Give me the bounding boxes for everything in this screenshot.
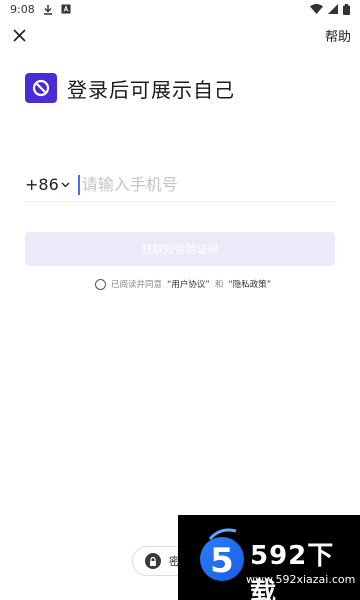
country-code-selector[interactable]: +86: [25, 175, 70, 194]
watermark-logo-icon: 5: [200, 528, 244, 581]
user-agreement-link[interactable]: “用户协议”: [167, 278, 210, 290]
agreement-prefix: 已阅读并同意: [111, 280, 163, 290]
wifi-icon: [310, 4, 323, 14]
phone-row: +86: [25, 168, 335, 202]
chevron-down-icon: [61, 182, 70, 187]
watermark-url: www.592xiazai.com: [246, 573, 356, 586]
status-right: [310, 3, 350, 15]
get-sms-code-button[interactable]: 获取短信验证码: [25, 232, 335, 266]
page-title: 登录后可展示自己: [67, 77, 235, 102]
lock-icon: [145, 553, 161, 569]
status-time: 9:08: [10, 2, 35, 16]
close-button[interactable]: [10, 26, 28, 44]
text-caret: [77, 174, 80, 195]
agreement-and: 和: [214, 280, 224, 290]
app-logo-icon: [25, 73, 57, 103]
privacy-policy-link[interactable]: “隐私政策”: [228, 278, 271, 290]
close-icon: [12, 28, 26, 42]
status-bar: 9:08: [0, 0, 360, 18]
agreement-radio[interactable]: [95, 278, 106, 290]
download-icon: [43, 4, 53, 15]
cellular-icon: [328, 4, 338, 14]
status-left: 9:08: [10, 3, 71, 16]
battery-icon: [343, 3, 350, 15]
phone-input[interactable]: [81, 175, 335, 194]
help-link[interactable]: 帮助: [325, 26, 351, 45]
agreement-row: 已阅读并同意 “用户协议” 和 “隐私政策”: [95, 278, 271, 290]
watermark-overlay: 5 592下载 www.592xiazai.com: [178, 515, 360, 600]
watermark-digit: 5: [210, 541, 234, 581]
top-bar: 帮助: [0, 24, 360, 46]
a-icon: [61, 4, 71, 14]
watermark-brand: 592下载: [250, 541, 335, 600]
title-area: 登录后可展示自己: [25, 73, 235, 103]
country-code-label: +86: [25, 175, 59, 194]
